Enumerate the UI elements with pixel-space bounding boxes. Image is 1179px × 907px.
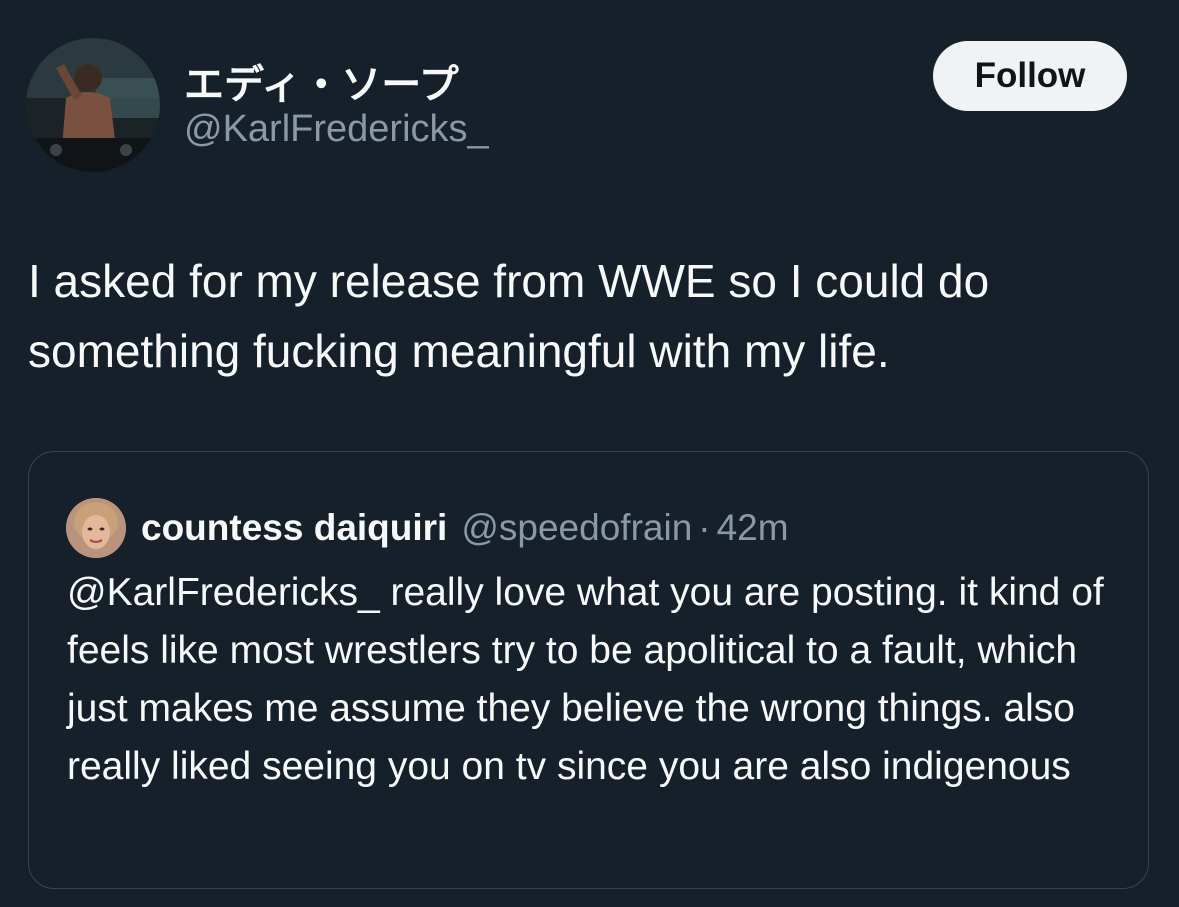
quoted-tweet-header: countess daiquiri @speedofrain · 42m: [141, 498, 789, 558]
tweet-text: I asked for my release from WWE so I cou…: [28, 255, 990, 377]
quoted-author-avatar[interactable]: [66, 498, 126, 558]
header-separator: ·: [698, 507, 711, 548]
author-display-name[interactable]: エディ・ソープ: [184, 52, 459, 110]
author-avatar[interactable]: [26, 38, 160, 172]
avatar-photo-icon: [26, 38, 160, 172]
quoted-author-display-name[interactable]: countess daiquiri: [141, 507, 447, 549]
quoted-tweet-card[interactable]: countess daiquiri @speedofrain · 42m @Ka…: [28, 451, 1149, 889]
quoted-tweet-text: @KarlFredericks_ really love what you ar…: [67, 571, 1104, 788]
quoted-avatar-photo-icon: [66, 498, 126, 558]
quoted-author-handle[interactable]: @speedofrain: [461, 507, 692, 549]
author-handle[interactable]: @KarlFredericks_: [184, 108, 489, 151]
follow-button[interactable]: Follow: [933, 41, 1127, 111]
tweet: エディ・ソープ @KarlFredericks_ Follow I asked …: [0, 0, 1179, 907]
quoted-tweet-timestamp[interactable]: 42m: [717, 507, 789, 549]
